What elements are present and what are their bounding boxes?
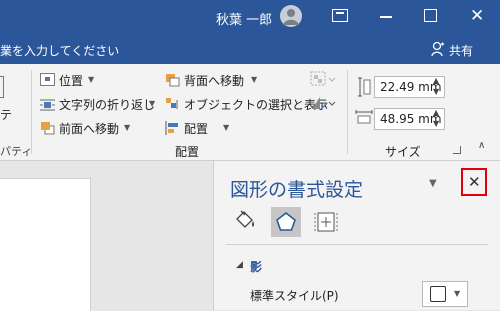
maximize-icon[interactable] [424,9,437,22]
shadow-preview-icon [430,286,446,302]
send-backward-label: 背面へ移動 [184,74,245,88]
title-bar: 秋葉 一郎 ✕ [0,0,500,36]
group-divider [347,70,348,154]
size-group-label: サイズ [385,145,421,159]
spin-down-icon[interactable]: ▼ [433,87,439,96]
ribbon: テ パティ 位置 ▼ 文字列の折り返し ▼ 前面へ移動 ▼ 背面へ移動 ▼ オブ… [0,64,500,161]
collapse-ribbon-icon[interactable]: ∧ [478,140,485,151]
share-label: 共有 [449,44,474,58]
shape-height-spinner[interactable]: 22.49 mm ▲ ▼ [374,76,445,98]
wrap-text-label: 文字列の折り返し [59,98,156,112]
chevron-down-icon: ▼ [223,123,230,132]
wrap-text-icon [40,97,55,116]
chevron-down-icon: ▼ [88,75,95,84]
partial-group-label: パティ [0,145,33,158]
shape-height-icon [357,77,371,101]
collapse-triangle-icon[interactable]: ◢ [236,260,243,270]
group-objects-button[interactable] [310,71,336,87]
share-button[interactable]: 共有 [431,41,473,61]
selection-pane-icon [165,96,180,115]
position-icon [40,73,55,86]
partial-group-icon [0,76,4,98]
tell-me-bar: 業を入力してください 共有 [0,36,500,64]
fill-line-tab[interactable] [232,207,258,237]
pane-close-button[interactable]: ✕ [461,168,487,196]
bring-forward-icon [40,120,55,139]
person-icon [431,41,444,57]
window-close-icon[interactable]: ✕ [470,6,484,26]
shadow-preset-dropdown[interactable]: ▼ [422,281,468,307]
chevron-down-icon: ▼ [251,75,258,84]
send-backward-icon [165,72,180,91]
bring-forward-label: 前面へ移動 [59,122,120,136]
chevron-down-icon: ▼ [124,123,131,132]
partial-button-text: テ [0,108,13,122]
close-icon: ✕ [468,173,481,191]
align-icon [165,120,180,139]
align-label: 配置 [184,122,209,136]
size-properties-icon [314,212,338,232]
document-page[interactable] [0,178,91,311]
effects-tab[interactable] [271,207,301,237]
rotate-icon [310,95,336,115]
pane-title: 図形の書式設定 [230,179,364,201]
pane-options-chevron-icon[interactable]: ▼ [429,178,437,189]
spin-down-icon[interactable]: ▼ [433,119,439,128]
group-objects-icon [310,71,336,91]
rotate-button[interactable] [310,95,336,111]
size-properties-tab[interactable] [313,209,339,239]
chevron-down-icon: ▼ [149,99,156,108]
ribbon-display-options-icon[interactable] [332,9,348,22]
selection-pane-label: オブジェクトの選択と表示 [184,98,329,112]
group-divider [31,70,32,154]
pentagon-icon [276,211,296,231]
avatar[interactable] [280,5,302,27]
avatar-icon [283,9,299,25]
format-shape-pane: 図形の書式設定 ▼ ✕ ◢ 影 標準スタイル(P) ▼ [213,161,500,310]
arrange-group-label: 配置 [175,145,200,159]
size-dialog-launcher-icon[interactable] [453,146,461,154]
tell-me-input[interactable]: 業を入力してください [0,42,119,59]
minimize-icon[interactable] [380,16,392,18]
shape-width-icon [355,109,373,129]
preset-label: 標準スタイル(P) [250,289,339,303]
shape-width-spinner[interactable]: 48.95 mm ▲ ▼ [374,108,445,130]
pane-divider [226,244,488,245]
shadow-section-label[interactable]: 影 [250,258,262,275]
user-name[interactable]: 秋葉 一郎 [216,9,272,28]
chevron-down-icon: ▼ [454,289,461,298]
position-label: 位置 [59,74,84,88]
spin-up-icon[interactable]: ▲ [433,76,439,85]
paint-bucket-icon [236,210,254,228]
spin-up-icon[interactable]: ▲ [433,108,439,117]
